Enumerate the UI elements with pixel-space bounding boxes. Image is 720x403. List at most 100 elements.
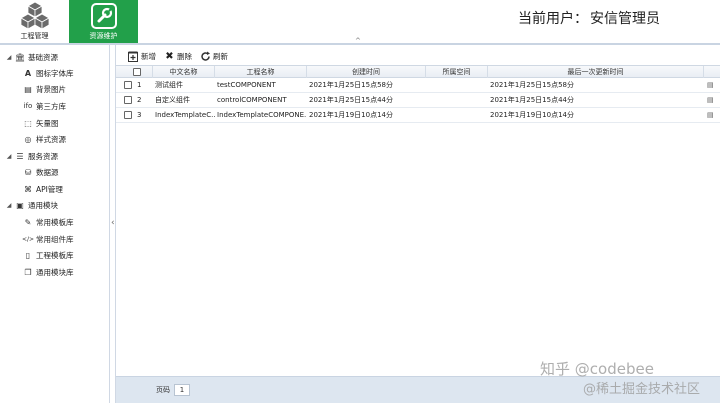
top-bar: 工程管理 资源维护 当前用户： 安信管理员 ^ (0, 0, 720, 45)
delete-label: 删除 (177, 51, 192, 61)
expand-arrow-icon[interactable]: ◢ (4, 54, 14, 61)
cell-updated: 2021年1月19日10点14分 (490, 111, 574, 119)
module-icon: ▣ (16, 200, 24, 210)
edit-icon: ✎ (24, 217, 32, 227)
copy-icon: ❐ (24, 267, 32, 277)
current-user-name: 安信管理员 (590, 11, 660, 27)
delete-icon: ✖ (165, 50, 174, 62)
column-header-updated[interactable]: 最后一次更新时间 (488, 66, 704, 78)
grid-header: 中文名称 工程名称 创建时间 所属空间 最后一次更新时间 (116, 65, 720, 78)
row-action-icon[interactable]: ▤ (707, 111, 716, 119)
cell-created: 2021年1月19日10点14分 (309, 111, 393, 119)
sidebar-item-service-resources[interactable]: ◢ ☰ 服务资源 (4, 148, 58, 164)
sidebar-item-label: 通用模块 (28, 200, 58, 210)
row-action-icon[interactable]: ▤ (707, 96, 716, 104)
row-number: 1 (137, 81, 142, 89)
sidebar-item-style-resources[interactable]: ◎ 样式资源 (22, 131, 67, 147)
sidebar-item-label: 图标字体库 (36, 68, 74, 78)
main-panel: 新增 ✖ 删除 刷新 中文名称 工程名称 创建时间 所属空间 最后一次更新时间 … (115, 45, 720, 403)
sidebar-item-label: 背景图片 (36, 84, 66, 94)
row-checkbox[interactable] (124, 81, 132, 89)
refresh-label: 刷新 (213, 51, 228, 61)
column-header-space[interactable]: 所属空间 (426, 66, 488, 78)
resource-maintenance-label: 资源维护 (89, 32, 118, 40)
row-number: 2 (137, 96, 142, 104)
sidebar-item-label: 数据源 (36, 167, 59, 177)
image-icon: ▤ (24, 84, 32, 94)
watermark-juejin: @稀土掘金技术社区 (583, 382, 701, 397)
sidebar-item-common-templates[interactable]: ✎ 常用模板库 (22, 214, 74, 230)
pager: 页码 1 (156, 384, 190, 396)
cell-cn-name: 测试组件 (155, 81, 183, 89)
font-icon: A (24, 68, 32, 78)
sidebar-item-icon-font-library[interactable]: A 图标字体库 (22, 65, 74, 81)
page-label: 页码 (156, 386, 170, 394)
table-row[interactable]: 1 测试组件 testCOMPONENT 2021年1月25日15点58分 20… (116, 78, 720, 93)
cell-space (426, 93, 488, 107)
info-icon: ifo (23, 102, 33, 110)
cell-project-name: controlCOMPONENT (217, 96, 287, 104)
file-icon: ▯ (25, 250, 31, 260)
cell-space (426, 78, 488, 92)
cell-project-name: testCOMPONENT (217, 81, 276, 89)
cell-space (426, 108, 488, 122)
command-icon: ⌘ (24, 184, 32, 194)
eye-icon: ◎ (24, 134, 32, 144)
row-checkbox[interactable] (124, 96, 132, 104)
column-header-created[interactable]: 创建时间 (307, 66, 426, 78)
sidebar-item-basic-resources[interactable]: ◢ 🏛 基础资源 (4, 49, 58, 65)
sidebar-item-third-party-libs[interactable]: ifo 第三方库 (22, 98, 66, 114)
cell-created: 2021年1月25日15点58分 (309, 81, 393, 89)
sidebar-item-project-templates[interactable]: ▯ 工程模板库 (22, 247, 74, 263)
add-label: 新增 (141, 51, 156, 61)
sidebar-item-label: 矢量图 (36, 118, 59, 128)
watermark-zhihu: 知乎 @codebee (540, 360, 654, 378)
sidebar-item-data-source[interactable]: ⛁ 数据源 (22, 164, 59, 180)
cell-cn-name: 自定义组件 (155, 96, 190, 104)
sidebar-item-common-modules[interactable]: ◢ ▣ 通用模块 (4, 197, 58, 213)
sidebar-item-common-components[interactable]: </> 常用组件库 (22, 231, 74, 247)
sidebar-item-label: 常用模板库 (36, 217, 74, 227)
row-number: 3 (137, 111, 142, 119)
add-icon (128, 51, 139, 62)
sidebar-item-label: 工程模板库 (36, 250, 74, 260)
expand-arrow-icon[interactable]: ◢ (4, 153, 14, 160)
sidebar-item-general-module-library[interactable]: ❐ 通用模块库 (22, 264, 74, 280)
row-action-icon[interactable]: ▤ (707, 81, 716, 89)
sidebar-item-api-management[interactable]: ⌘ API管理 (22, 181, 63, 197)
sidebar-item-background-images[interactable]: ▤ 背景图片 (22, 81, 66, 97)
add-button[interactable]: 新增 (128, 51, 156, 62)
current-user: 当前用户： 安信管理员 (516, 8, 660, 28)
sidebar-item-label: 常用组件库 (36, 234, 74, 244)
project-management-label: 工程管理 (20, 32, 49, 40)
sidebar-item-vector[interactable]: ⬚ 矢量图 (22, 115, 59, 131)
sidebar-item-label: 第三方库 (36, 101, 66, 111)
code-icon: </> (21, 235, 35, 243)
select-all-checkbox[interactable] (133, 68, 141, 76)
sidebar-item-label: 样式资源 (36, 134, 66, 144)
row-checkbox[interactable] (124, 111, 132, 119)
sidebar-item-label: API管理 (36, 184, 63, 194)
cubes-icon (19, 1, 50, 30)
table-row[interactable]: 2 自定义组件 controlCOMPONENT 2021年1月25日15点44… (116, 93, 720, 108)
toolbar: 新增 ✖ 删除 刷新 (116, 47, 720, 65)
sidebar-item-label: 服务资源 (28, 151, 58, 161)
refresh-button[interactable]: 刷新 (200, 51, 228, 62)
delete-button[interactable]: ✖ 删除 (164, 51, 192, 62)
sidebar-item-label: 通用模块库 (36, 267, 74, 277)
resource-maintenance-button[interactable]: 资源维护 (69, 0, 138, 43)
column-header-project-name[interactable]: 工程名称 (215, 66, 307, 78)
header-select-cell (116, 66, 153, 78)
table-row[interactable]: 3 IndexTemplateC... IndexTemplateCOMPONE… (116, 108, 720, 123)
page-number-input[interactable]: 1 (174, 384, 190, 396)
column-header-cn-name[interactable]: 中文名称 (153, 66, 215, 78)
cell-updated: 2021年1月25日15点58分 (490, 81, 574, 89)
bank-icon: 🏛 (14, 52, 26, 62)
project-management-button[interactable]: 工程管理 (0, 0, 69, 43)
cell-project-name: IndexTemplateCOMPONE... (217, 111, 307, 119)
cell-updated: 2021年1月25日15点44分 (490, 96, 574, 104)
database-icon: ⛁ (24, 167, 32, 177)
cell-created: 2021年1月25日15点44分 (309, 96, 393, 104)
expand-arrow-icon[interactable]: ◢ (4, 202, 14, 209)
cell-cn-name: IndexTemplateC... (155, 111, 215, 119)
